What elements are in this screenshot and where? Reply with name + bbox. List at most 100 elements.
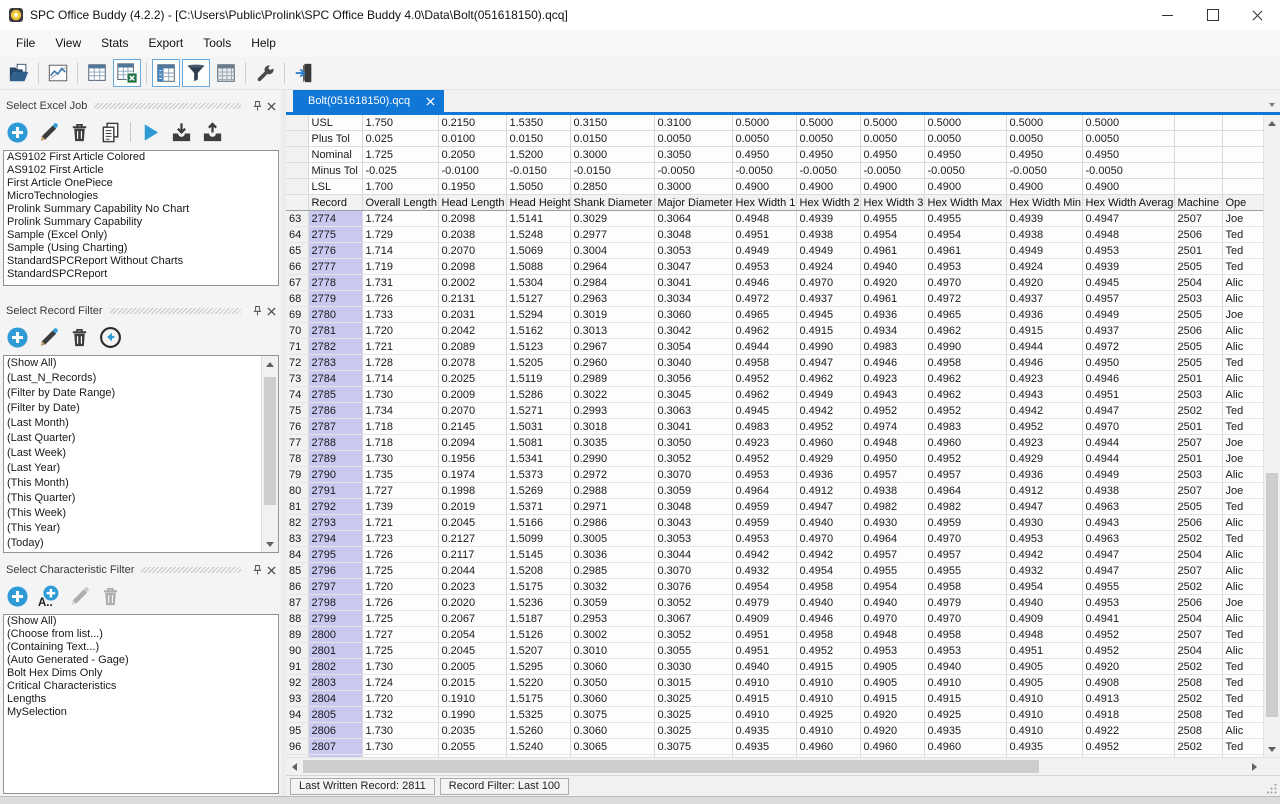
data-cell[interactable]: 0.2054 [438,627,506,643]
data-cell[interactable]: 0.4909 [1006,611,1082,627]
scroll-down-button[interactable] [262,536,278,552]
data-cell[interactable]: 0.1956 [438,451,506,467]
data-cell[interactable]: 1.731 [362,275,438,291]
delete-icon[interactable] [68,121,91,144]
data-cell[interactable]: 2501 [1174,243,1222,259]
data-cell[interactable]: 0.2042 [438,323,506,339]
data-cell[interactable]: 2504 [1174,643,1222,659]
data-cell[interactable]: 0.3070 [654,467,732,483]
record-cell[interactable]: 2787 [308,419,362,435]
data-cell[interactable]: 0.2098 [438,259,506,275]
data-cell[interactable]: 0.4963 [1082,499,1174,515]
data-cell[interactable]: 1.733 [362,307,438,323]
data-cell[interactable]: Alic [1222,387,1263,403]
spec-value-cell[interactable]: 0.0050 [924,131,1006,147]
data-cell[interactable]: 0.4935 [732,739,796,755]
data-cell[interactable]: 0.3075 [570,707,654,723]
maximize-button[interactable] [1190,0,1235,30]
column-header[interactable]: Hex Width Max [924,195,1006,211]
spec-value-cell[interactable]: 0.2850 [570,179,654,195]
spec-value-cell[interactable]: 0.4950 [732,147,796,163]
data-cell[interactable]: 0.3054 [654,339,732,355]
list-item[interactable]: (Last Month) [4,416,278,431]
data-cell[interactable]: 1.714 [362,371,438,387]
data-cell[interactable]: 0.3034 [654,291,732,307]
data-cell[interactable]: 1.5240 [506,739,570,755]
data-cell[interactable]: 2501 [1174,451,1222,467]
list-item[interactable]: Sample (Using Charting) [4,242,278,255]
data-cell[interactable]: 0.4949 [1082,307,1174,323]
data-cell[interactable]: 0.4908 [1082,675,1174,691]
data-cell[interactable]: 0.3053 [654,243,732,259]
data-cell[interactable]: 0.4950 [1082,355,1174,371]
data-cell[interactable]: 1.5236 [506,595,570,611]
grid-filter-button[interactable] [152,59,180,87]
data-cell[interactable]: 0.2098 [438,211,506,227]
spec-value-cell[interactable]: 1.5050 [506,179,570,195]
record-cell[interactable]: 2783 [308,355,362,371]
spec-value-cell[interactable]: 0.0050 [732,131,796,147]
data-cell[interactable]: 0.3052 [654,595,732,611]
data-cell[interactable]: 0.3050 [654,435,732,451]
spec-value-cell[interactable]: -0.0050 [796,163,860,179]
menu-view[interactable]: View [45,30,91,57]
column-header[interactable]: Hex Width Average [1082,195,1174,211]
spec-value-cell[interactable]: 0.0150 [570,131,654,147]
data-cell[interactable]: 1.720 [362,579,438,595]
data-cell[interactable]: 0.3030 [654,755,732,758]
data-cell[interactable]: 1.724 [362,755,438,758]
spec-label[interactable]: LSL [308,179,362,195]
data-cell[interactable]: 1.5269 [506,483,570,499]
spec-value-cell[interactable]: 0.5000 [1006,115,1082,131]
scrollbar-thumb[interactable] [303,760,1039,773]
data-cell[interactable]: 0.4948 [732,211,796,227]
spec-value-cell[interactable]: 0.0050 [654,131,732,147]
spec-value-cell[interactable]: 0.3050 [654,147,732,163]
data-cell[interactable]: 0.4918 [1082,707,1174,723]
record-cell[interactable]: 2786 [308,403,362,419]
data-cell[interactable]: 0.4910 [732,675,796,691]
tab-close-icon[interactable] [426,97,435,106]
data-cell[interactable]: 0.2038 [438,227,506,243]
data-cell[interactable]: 0.4937 [796,291,860,307]
data-cell[interactable]: 0.4949 [796,387,860,403]
data-cell[interactable]: 0.4910 [732,755,796,758]
data-cell[interactable]: 0.2990 [570,451,654,467]
data-cell[interactable]: Ted [1222,659,1263,675]
data-cell[interactable]: 0.3005 [570,531,654,547]
data-cell[interactable]: 0.4942 [796,547,860,563]
spec-value-cell[interactable]: 0.4950 [860,147,924,163]
data-cell[interactable]: Ted [1222,755,1263,758]
data-cell[interactable]: 0.4952 [860,403,924,419]
data-cell[interactable]: 0.4940 [1006,595,1082,611]
data-cell[interactable]: 0.4942 [1006,403,1082,419]
data-cell[interactable]: 0.3035 [570,435,654,451]
data-cell[interactable]: 0.4972 [924,291,1006,307]
list-item[interactable]: (This Week) [4,506,278,521]
scroll-up-button[interactable] [1264,115,1280,131]
data-cell[interactable]: 1.726 [362,595,438,611]
spec-value-cell[interactable]: -0.0050 [732,163,796,179]
record-cell[interactable]: 2781 [308,323,362,339]
data-cell[interactable]: 0.4954 [860,227,924,243]
data-cell[interactable]: 0.2044 [438,563,506,579]
data-cell[interactable]: 0.4923 [1006,371,1082,387]
data-cell[interactable]: 0.2986 [570,515,654,531]
data-cell[interactable]: Ted [1222,739,1263,755]
menu-stats[interactable]: Stats [91,30,138,57]
data-cell[interactable]: 0.4920 [860,707,924,723]
data-cell[interactable]: 0.4955 [924,563,1006,579]
data-cell[interactable]: 1.734 [362,403,438,419]
data-cell[interactable]: 0.4970 [796,275,860,291]
data-cell[interactable]: 0.4905 [1006,675,1082,691]
spec-value-cell[interactable]: 0.0150 [506,131,570,147]
data-cell[interactable]: 1.5166 [506,515,570,531]
data-cell[interactable]: 0.4957 [924,547,1006,563]
record-cell[interactable]: 2808 [308,755,362,758]
data-cell[interactable]: 0.2089 [438,339,506,355]
data-cell[interactable]: 0.4938 [860,483,924,499]
add-text-icon[interactable]: A.. [37,585,60,608]
data-cell[interactable]: 0.3048 [654,227,732,243]
record-cell[interactable]: 2789 [308,451,362,467]
data-cell[interactable]: 0.4946 [732,275,796,291]
